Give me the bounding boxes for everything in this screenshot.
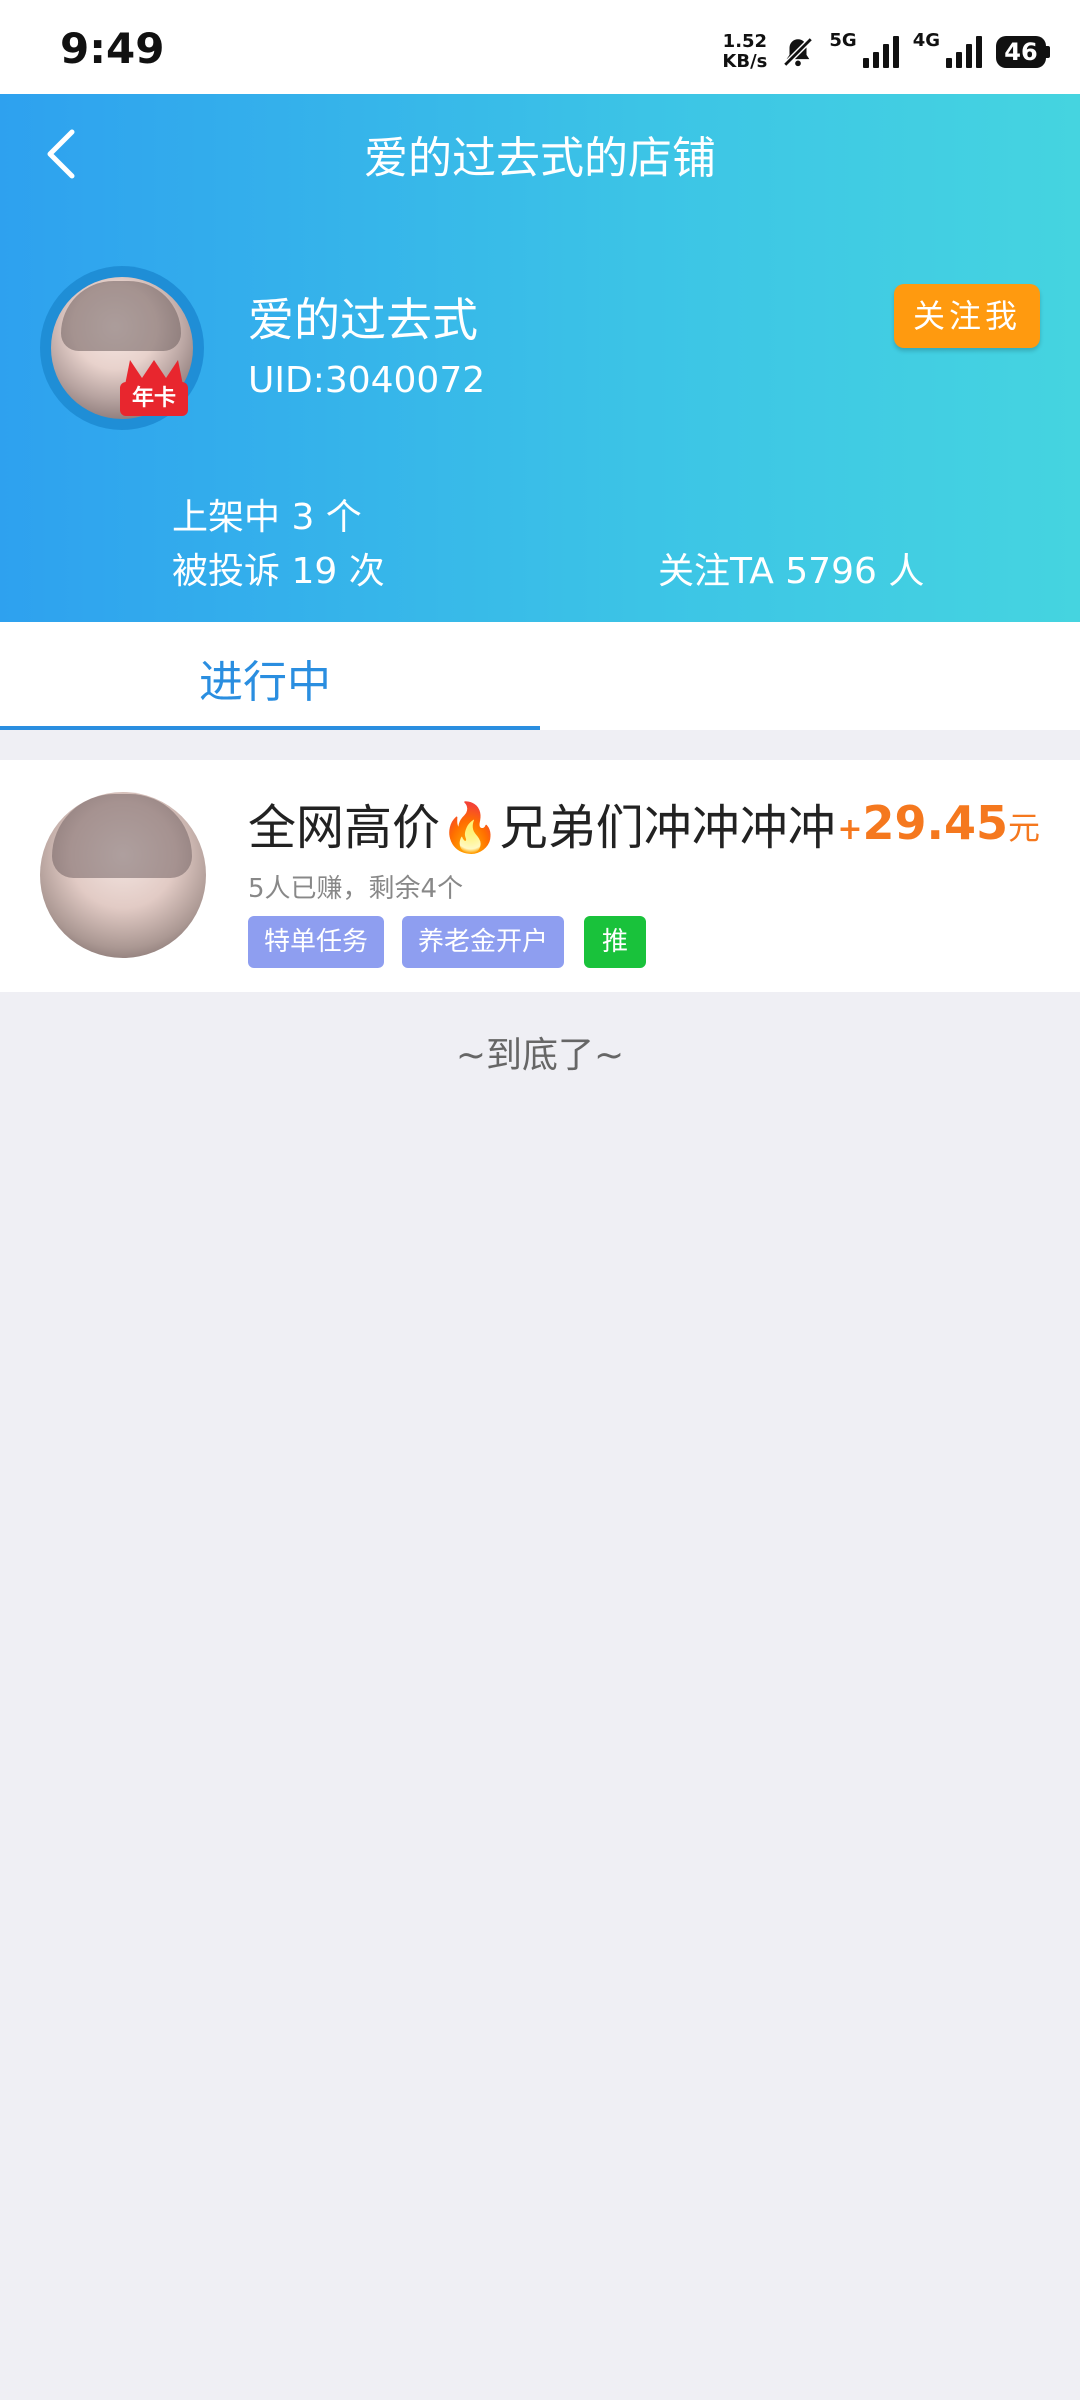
task-avatar xyxy=(40,792,206,958)
tag-pension-account: 养老金开户 xyxy=(402,916,565,968)
status-time: 9:49 xyxy=(60,24,165,73)
tag-recommended: 推 xyxy=(584,916,647,968)
tab-in-progress[interactable]: 进行中 xyxy=(0,622,540,730)
stat-listed: 上架中 3 个 xyxy=(172,497,362,538)
shop-name: 爱的过去式 xyxy=(248,293,478,347)
tab-bar: 进行中 xyxy=(0,622,1080,730)
signal-5g-label: 5G xyxy=(829,30,857,51)
user-id: UID:3040072 xyxy=(248,360,486,401)
signal-4g-label: 4G xyxy=(912,30,940,51)
signal-5g-icon xyxy=(862,36,899,68)
battery-level: 46 xyxy=(996,36,1046,68)
stat-complaints: 被投诉 19 次 xyxy=(172,551,385,592)
status-icons: 1.52 KB/s 5G 4G 46 xyxy=(722,30,1050,74)
task-price: +29.45元 xyxy=(837,796,1040,850)
status-bar: 9:49 1.52 KB/s 5G 4G 46 xyxy=(0,0,1080,94)
bell-off-icon xyxy=(783,37,814,67)
task-title: 全网高价🔥兄弟们冲冲冲冲 xyxy=(248,800,836,856)
task-card[interactable]: 全网高价🔥兄弟们冲冲冲冲 5人已赚，剩余4个 特单任务 养老金开户 推 +29.… xyxy=(0,760,1080,992)
tab-indicator xyxy=(0,726,540,730)
end-of-list: ~到底了~ xyxy=(455,1035,625,1076)
page-title: 爱的过去式的店铺 xyxy=(364,133,716,184)
tag-special-task: 特单任务 xyxy=(248,916,385,968)
follow-button[interactable]: 关注我 xyxy=(894,284,1040,348)
shop-header: 爱的过去式的店铺 年卡 爱的过去式 UID:3040072 关注我 上架中 3 … xyxy=(0,94,1080,622)
stat-followers: 关注TA 5796 人 xyxy=(658,551,925,592)
task-subtitle: 5人已赚，剩余4个 xyxy=(248,874,464,904)
battery-icon: 46 xyxy=(996,36,1050,68)
vip-badge: 年卡 xyxy=(120,360,192,420)
network-speed: 1.52 KB/s xyxy=(722,31,768,72)
signal-4g-icon xyxy=(946,36,982,68)
